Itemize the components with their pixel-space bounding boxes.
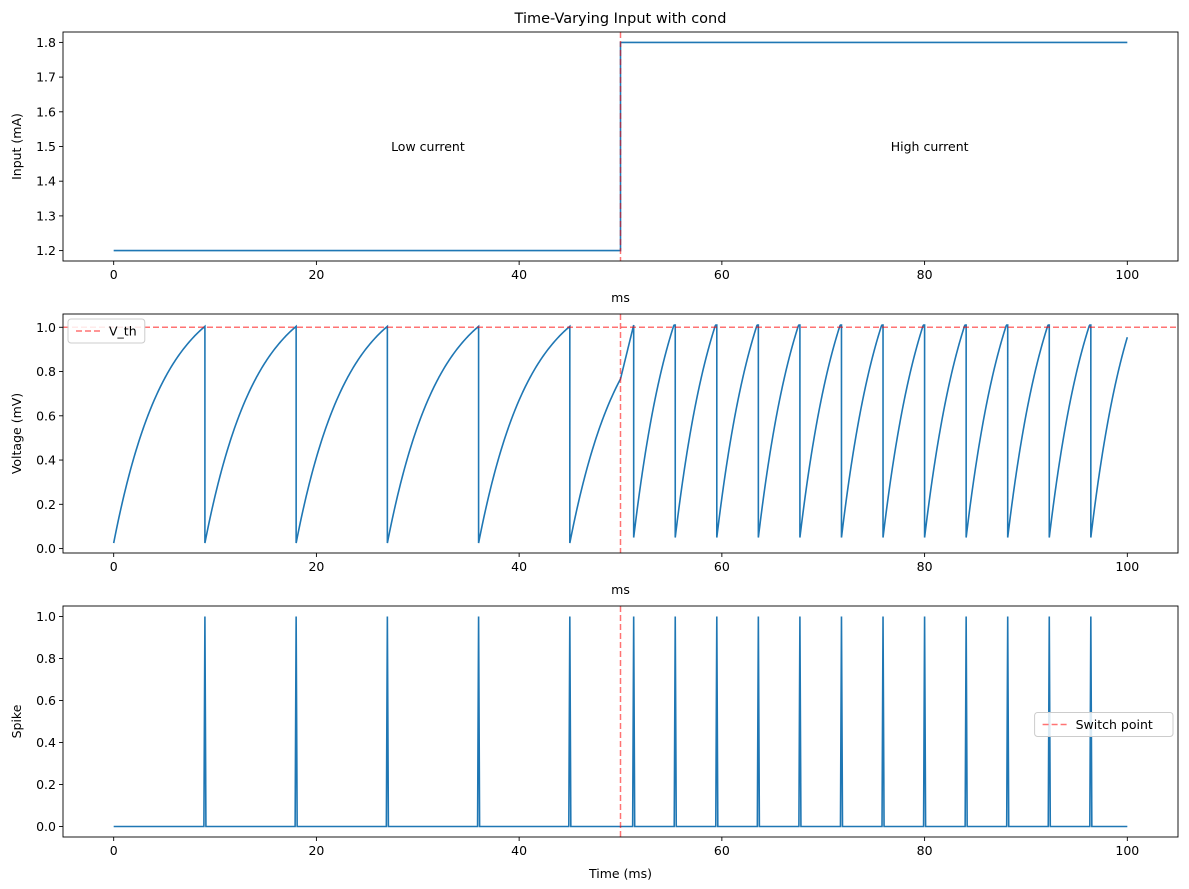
legend: V_th [67, 318, 146, 344]
y-tick-label: 1.4 [36, 174, 56, 189]
x-tick-label: 80 [917, 559, 933, 574]
plot-area [113, 32, 1128, 261]
y-tick-label: 1.0 [36, 609, 56, 624]
y-tick-label: 1.8 [36, 35, 56, 50]
subplot-3: 0 20 40 60 80 100 0.0 0.2 0.4 0.6 0.8 1.0 Time (ms) S… [9, 605, 1179, 881]
y-tick-label: 1.2 [36, 243, 56, 258]
figure-canvas: 0 20 40 60 80 100 1.2 1.3 1.4 1.5 1.6 1.7 1.8 ms Input… [9, 11, 1179, 881]
y-tick-label: 0.6 [36, 693, 56, 708]
y-axis-label: Input (mA) [9, 113, 24, 180]
y-tick-label: 1.7 [36, 70, 56, 85]
y-tick-label: 0.6 [36, 408, 56, 423]
legend-label: Switch point [1076, 717, 1153, 732]
x-tick-label: 100 [1115, 843, 1139, 858]
x-tick-label: 20 [308, 559, 324, 574]
x-tick-label: 60 [714, 843, 730, 858]
x-axis-label: ms [611, 582, 630, 597]
annotation-label: Low current [391, 139, 465, 154]
legend-label: V_th [109, 324, 137, 339]
x-tick-label: 0 [110, 843, 118, 858]
x-tick-label: 60 [714, 267, 730, 282]
x-tick-label: 40 [511, 559, 527, 574]
x-tick-label: 40 [511, 267, 527, 282]
subplot-1: 0 20 40 60 80 100 1.2 1.3 1.4 1.5 1.6 1.7 1.8 ms Input… [9, 11, 1179, 305]
plot-area [113, 606, 1128, 837]
annotation-label: High current [891, 139, 969, 154]
legend: Switch point [1034, 712, 1174, 737]
y-tick-label: 0.0 [36, 541, 56, 556]
y-tick-label: 0.2 [36, 497, 56, 512]
x-axis-label: Time (ms) [588, 866, 652, 881]
x-tick-label: 100 [1115, 267, 1139, 282]
y-tick-label: 1.3 [36, 208, 56, 223]
y-tick-label: 0.8 [36, 651, 56, 666]
x-tick-label: 80 [917, 843, 933, 858]
y-tick-label: 0.2 [36, 777, 56, 792]
y-tick-label: 1.5 [36, 139, 56, 154]
chart-title: Time-Varying Input with cond [514, 11, 727, 27]
y-tick-label: 0.0 [36, 819, 56, 834]
x-tick-label: 100 [1115, 559, 1139, 574]
x-tick-label: 0 [110, 267, 118, 282]
y-tick-label: 0.4 [36, 735, 56, 750]
x-tick-label: 80 [917, 267, 933, 282]
subplot-2: 0 20 40 60 80 100 0.0 0.2 0.4 0.6 0.8 1.0 ms Voltage … [9, 313, 1179, 597]
axes-frame [62, 605, 1179, 838]
y-tick-label: 0.4 [36, 453, 56, 468]
x-tick-label: 0 [110, 559, 118, 574]
x-tick-label: 40 [511, 843, 527, 858]
x-axis-label: ms [611, 290, 630, 305]
x-tick-label: 20 [308, 843, 324, 858]
y-tick-label: 1.6 [36, 104, 56, 119]
y-axis-label: Spike [9, 704, 24, 738]
x-tick-label: 60 [714, 559, 730, 574]
y-tick-label: 0.8 [36, 364, 56, 379]
y-axis-label: Voltage (mV) [9, 393, 24, 474]
x-tick-label: 20 [308, 267, 324, 282]
plot-area [63, 314, 1178, 553]
y-tick-label: 1.0 [36, 320, 56, 335]
